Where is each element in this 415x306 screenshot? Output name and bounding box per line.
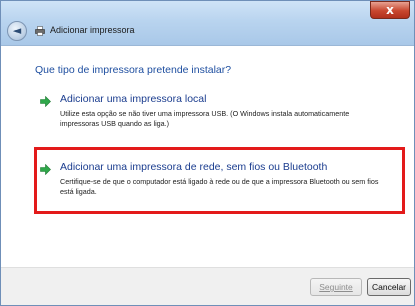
option-title: Adicionar uma impressora local xyxy=(60,93,207,105)
option-description: Utilize esta opção se não tiver uma impr… xyxy=(60,109,350,128)
green-arrow-icon xyxy=(40,96,51,107)
add-printer-wizard-window: x ◄ Adicionar impressora Que tipo de imp… xyxy=(0,0,415,306)
cancel-button[interactable]: Cancelar xyxy=(367,278,411,296)
next-button[interactable]: Seguinte xyxy=(310,278,362,296)
printer-icon xyxy=(35,26,45,36)
back-button[interactable]: ◄ xyxy=(7,21,27,41)
window-title: Adicionar impressora xyxy=(50,25,135,35)
close-icon: x xyxy=(386,3,394,17)
back-arrow-icon: ◄ xyxy=(12,24,22,37)
page-heading: Que tipo de impressora pretende instalar… xyxy=(35,64,232,76)
footer-bar: Seguinte Cancelar xyxy=(1,267,414,305)
close-button[interactable]: x xyxy=(370,1,410,19)
title-bar: x ◄ Adicionar impressora xyxy=(1,1,414,46)
highlight-box xyxy=(34,147,405,214)
